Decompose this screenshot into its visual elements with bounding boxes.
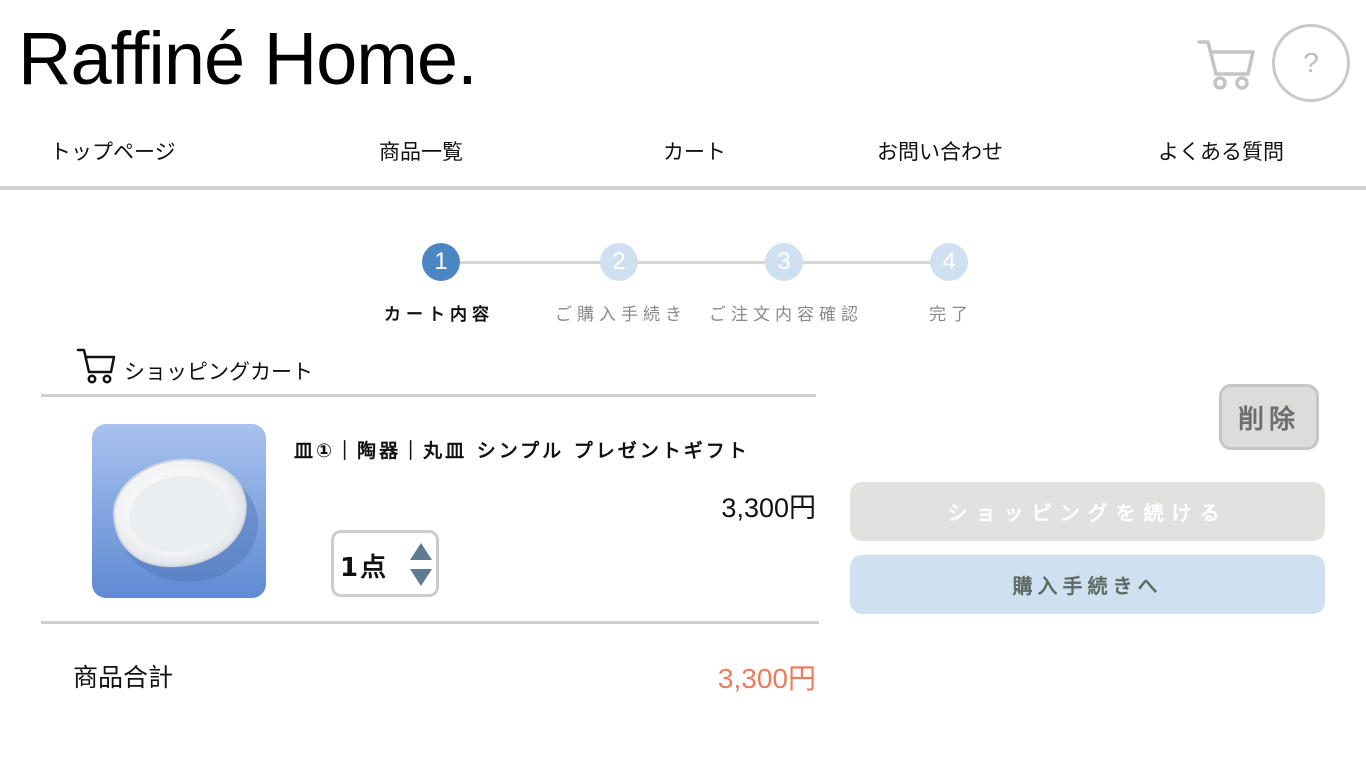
step-2-indicator: 2 xyxy=(600,243,638,281)
step-connector xyxy=(637,261,767,264)
quantity-up-icon[interactable] xyxy=(410,543,432,560)
nav-item-faq[interactable]: よくある質問 xyxy=(1158,136,1284,166)
quantity-stepper[interactable]: 1点 xyxy=(331,530,439,597)
total-value: 3,300円 xyxy=(717,663,816,694)
shopping-cart-icon xyxy=(76,348,116,384)
delete-button[interactable]: 削除 xyxy=(1219,384,1319,450)
step-4-indicator: 4 xyxy=(930,243,968,281)
step-connector xyxy=(460,261,602,264)
product-price: 3,300円 xyxy=(721,493,816,523)
quantity-value: 1点 xyxy=(340,553,389,583)
help-button[interactable]: ? xyxy=(1272,24,1350,102)
step-1-indicator: 1 xyxy=(422,243,460,281)
help-icon: ? xyxy=(1303,47,1319,78)
site-logo[interactable]: Raffiné Home. xyxy=(18,22,478,96)
nav-item-contact[interactable]: お問い合わせ xyxy=(877,136,1003,166)
product-name[interactable]: 皿①｜陶器｜丸皿 シンプル プレゼントギフト xyxy=(294,436,750,463)
step-connector xyxy=(802,261,932,264)
step-1-label: カート内容 xyxy=(384,305,494,325)
cart-divider-bottom xyxy=(41,621,819,624)
step-4-label: 完了 xyxy=(929,305,973,325)
continue-shopping-button[interactable]: ショッピングを続ける xyxy=(850,482,1325,541)
nav-item-top[interactable]: トップページ xyxy=(50,136,176,166)
total-label: 商品合計 xyxy=(73,663,174,692)
checkout-button[interactable]: 購入手続きへ xyxy=(850,555,1325,614)
quantity-down-icon[interactable] xyxy=(410,569,432,586)
step-2-label: ご購入手続き xyxy=(555,305,687,325)
product-image[interactable] xyxy=(92,424,266,598)
cart-divider-top xyxy=(41,394,816,397)
step-3-indicator: 3 xyxy=(765,243,803,281)
nav-divider xyxy=(0,186,1366,190)
nav-item-products[interactable]: 商品一覧 xyxy=(379,136,463,166)
main-nav: トップページ 商品一覧 カート お問い合わせ よくある質問 xyxy=(0,126,1366,176)
cart-section-title: ショッピングカート xyxy=(124,360,313,384)
cart-icon[interactable] xyxy=(1196,36,1256,92)
step-3-label: ご注文内容確認 xyxy=(709,305,863,325)
nav-item-cart[interactable]: カート xyxy=(663,136,726,166)
